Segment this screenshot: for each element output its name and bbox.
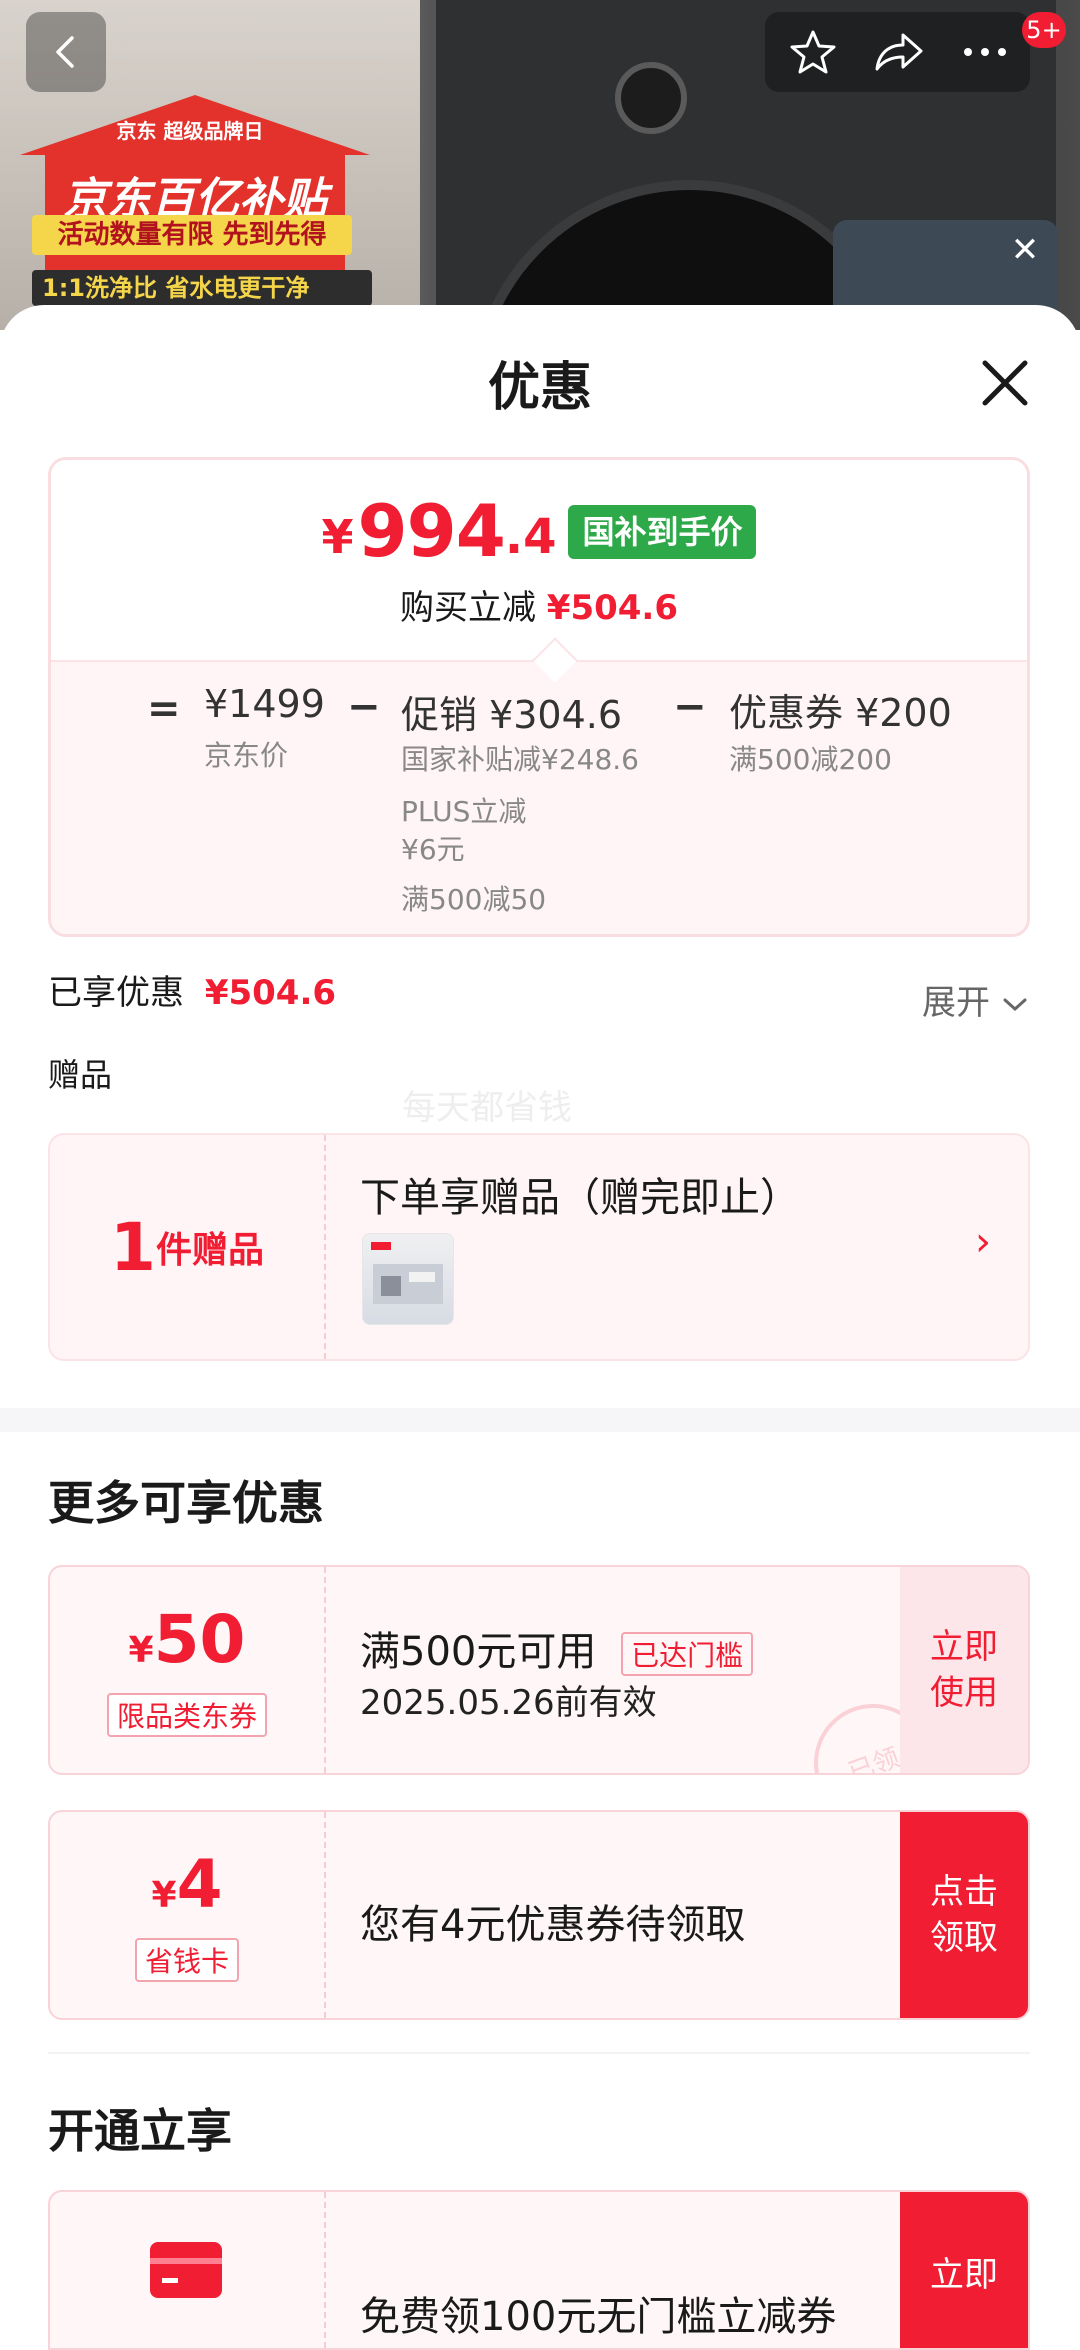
expand-button[interactable]: 展开	[922, 975, 1029, 1024]
gift-unit: 件赠品	[155, 1230, 264, 1271]
coupon-card: ¥4 省钱卡 您有4元优惠券待领取 点击领取	[48, 1810, 1030, 2020]
top-actions-group	[765, 12, 1030, 92]
coupon-title: 满500元可用 已达门槛	[360, 1619, 754, 1677]
coupon-card: ¥50 限品类东券 满500元可用 已达门槛 2025.05.26前有效 已领 …	[48, 1565, 1030, 1775]
gift-title: 下单享赠品（赠完即止）	[360, 1175, 800, 1221]
more-offers-title: 更多可享优惠	[48, 1476, 324, 1530]
base-price-label: 京东价	[204, 739, 289, 772]
close-icon	[982, 360, 1028, 406]
minus-sign: −	[673, 684, 707, 730]
coupon-title: 您有4元优惠券待领取	[360, 1902, 746, 1948]
save-amount: ¥504.6	[546, 588, 678, 628]
promo-item-full-reduction: 满500减50	[401, 883, 547, 916]
enjoyed-amount: ¥504.6	[204, 973, 337, 1013]
enjoyed-discount: 已享优惠 ¥504.6	[48, 965, 336, 1014]
promo-badge-slogan: 活动数量有限 先到先得	[32, 215, 352, 255]
instant-save-line: 购买立减 ¥504.6	[51, 580, 1027, 629]
promo-item-plus: PLUS立减	[401, 795, 527, 828]
more-icon[interactable]	[957, 24, 1013, 80]
equals-sign: =	[147, 686, 181, 732]
coupon-item: 满500减200	[729, 743, 892, 776]
use-now-button[interactable]: 立即使用	[900, 1567, 1028, 1773]
favorite-star-icon[interactable]	[785, 24, 841, 80]
claim-button[interactable]: 点击领取	[900, 1812, 1028, 2018]
expand-label: 展开	[922, 983, 990, 1023]
discount-sheet: 优惠 ¥ 994 .4 国补到手价 购买立减 ¥504.6 = ¥1499 京东…	[0, 305, 1080, 2350]
promo-title: 促销 ¥304.6	[401, 693, 623, 737]
save-label: 购买立减	[399, 588, 536, 628]
section-divider	[0, 1408, 1080, 1432]
gift-thumbnail-image	[362, 1233, 454, 1325]
watermark: 每天都省钱	[402, 1088, 572, 1128]
section-divider	[48, 2052, 1030, 2054]
chevron-left-icon	[56, 36, 74, 68]
coupon-amount: ¥50	[128, 1601, 246, 1678]
minus-sign: −	[347, 684, 381, 730]
promo-badge-slogan2: 1:1洗净比 省水电更干净	[32, 270, 372, 306]
base-price: ¥1499	[204, 682, 325, 726]
close-button[interactable]	[975, 353, 1035, 413]
threshold-reached-tag: 已达门槛	[621, 1632, 754, 1676]
promo-badge-small: 京东 超级品牌日	[116, 119, 264, 143]
enjoyed-label: 已享优惠	[48, 973, 184, 1013]
activate-button[interactable]: 立即	[900, 2192, 1028, 2348]
credit-card-icon	[150, 2242, 222, 2298]
coupon-type-tag: 限品类东券	[106, 1693, 268, 1737]
chevron-right-icon: ›	[975, 1219, 991, 1265]
close-icon[interactable]: ✕	[995, 225, 1055, 275]
back-button[interactable]	[26, 12, 106, 92]
final-price-decimal: .4	[504, 509, 557, 565]
gov-subsidy-badge: 国补到手价	[568, 505, 757, 559]
chevron-down-icon	[1003, 998, 1027, 1012]
currency-symbol: ¥	[321, 510, 354, 564]
coupon-amount: ¥4	[151, 1846, 223, 1923]
promo-item-subsidy: 国家补贴减¥248.6	[401, 743, 639, 776]
machine-knob-graphic	[615, 62, 687, 134]
share-icon[interactable]	[870, 24, 926, 80]
gift-count: 1	[110, 1208, 156, 1286]
price-breakdown-card: ¥ 994 .4 国补到手价 购买立减 ¥504.6 = ¥1499 京东价 −…	[48, 457, 1030, 937]
sheet-title: 优惠	[487, 358, 592, 418]
coupon-type-tag: 省钱卡	[134, 1938, 240, 1982]
promo-item-plus-amount: ¥6元	[401, 833, 465, 866]
coupon-title: 优惠券 ¥200	[729, 691, 952, 735]
gift-section-label: 赠品	[48, 1056, 113, 1094]
notification-badge: 5+	[1022, 12, 1066, 48]
gift-card[interactable]: 1 件赠品 下单享赠品（赠完即止） ›	[48, 1133, 1030, 1361]
offer-title: 免费领100元无门槛立减券	[360, 2294, 837, 2340]
open-enjoy-title: 开通立享	[48, 2104, 232, 2158]
price-formula: = ¥1499 京东价 − 促销 ¥304.6 国家补贴减¥248.6 PLUS…	[51, 660, 1027, 934]
membership-offer-card: 免费领100元无门槛立减券 立即	[48, 2190, 1030, 2350]
promo-badge: 京东 超级品牌日 京东百亿补贴 活动数量有限 先到先得 1:1洗净比 省水电更干…	[20, 95, 372, 306]
final-price: 994	[357, 489, 506, 573]
final-price-row: ¥ 994 .4 国补到手价	[51, 495, 1027, 567]
coupon-expiry: 2025.05.26前有效	[360, 1683, 657, 1723]
